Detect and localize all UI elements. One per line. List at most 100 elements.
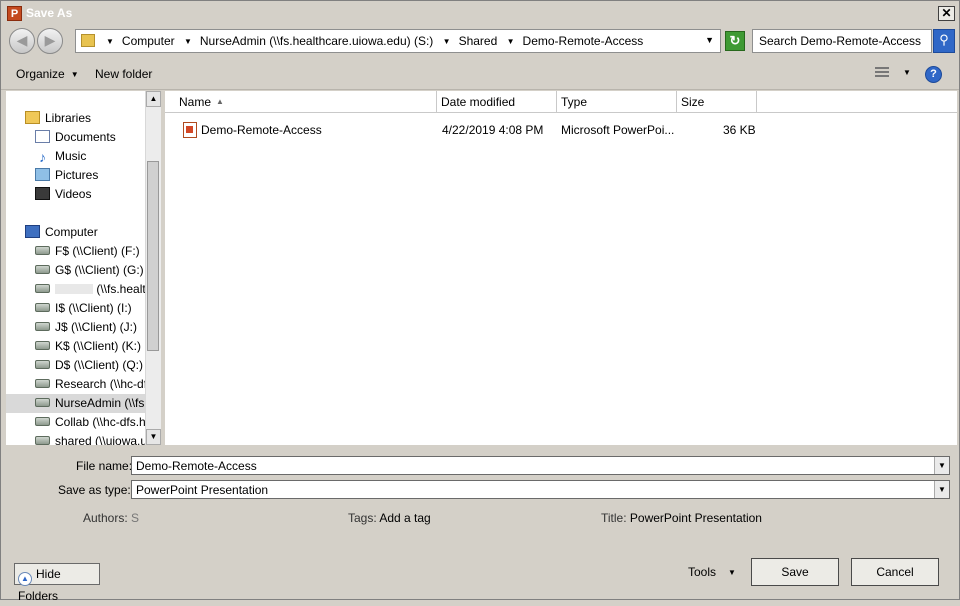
authors-metadata: Authors: S	[83, 511, 220, 525]
navigation-pane: Libraries Documents ♪ Music Pictures Videos Co…	[6, 91, 161, 445]
chevron-down-icon[interactable]: ▼	[903, 68, 911, 77]
title-metadata: Title: PowerPoint Presentation	[601, 511, 762, 525]
sidebar-item-label: Computer	[45, 225, 98, 239]
sidebar-item[interactable]: G$ (\\Client) (G:)	[6, 261, 161, 280]
tags-label: Tags:	[348, 511, 377, 525]
chevron-down-icon[interactable]: ▼	[439, 37, 457, 46]
title-label: Title:	[601, 511, 627, 525]
sort-up-icon: ▲	[216, 97, 224, 106]
documents-icon	[35, 130, 50, 143]
sidebar-item[interactable]: shared (\\uiowa.uio	[6, 432, 161, 445]
column-header-size[interactable]: Size	[677, 91, 757, 113]
scroll-up-arrow-icon[interactable]: ▲	[146, 91, 161, 107]
file-type: Microsoft PowerPoi...	[561, 123, 675, 137]
sidebar-item[interactable]: F$ (\\Client) (F:)	[6, 242, 161, 261]
breadcrumb-item-nurseadmin[interactable]: NurseAdmin (\\fs.healthcare.uiowa.edu) (…	[198, 34, 435, 48]
sidebar-item[interactable]: K$ (\\Client) (K:)	[6, 337, 161, 356]
search-input[interactable]: Search Demo-Remote-Access	[752, 29, 932, 53]
back-button[interactable]: ◀	[9, 28, 35, 54]
save-button[interactable]: Save	[751, 558, 839, 586]
network-drive-icon	[35, 284, 50, 293]
network-drive-icon	[35, 341, 50, 350]
save-as-type-select[interactable]: PowerPoint Presentation ▼	[131, 480, 950, 499]
organize-button[interactable]: Organize ▼	[16, 67, 79, 81]
network-drive-icon	[35, 303, 50, 312]
chevron-down-icon[interactable]: ▼	[503, 37, 521, 46]
address-bar[interactable]: ▼ Computer ▼ NurseAdmin (\\fs.healthcare.u…	[75, 29, 721, 53]
breadcrumb-item-shared[interactable]: Shared	[457, 34, 500, 48]
scroll-thumb[interactable]	[147, 161, 159, 351]
file-date: 4/22/2019 4:08 PM	[442, 123, 544, 137]
sidebar-item-label: Music	[55, 149, 87, 163]
sidebar-item[interactable]: Computer	[6, 223, 161, 242]
save-as-dialog: P Save As ✕ ◀ ▶ ▼ Computer ▼ NurseAdmin (\…	[0, 0, 960, 603]
sidebar-item-label: Pictures	[55, 168, 99, 182]
navigation-bar: ◀ ▶ ▼ Computer ▼ NurseAdmin (\\fs.healthca…	[1, 27, 959, 57]
hide-folders-button[interactable]: ▲ Hide Folders	[14, 563, 100, 603]
help-icon[interactable]: ?	[925, 66, 942, 83]
network-drive-icon	[35, 322, 50, 331]
sidebar-item[interactable]: NurseAdmin (\\fs.h	[6, 394, 161, 413]
search-button[interactable]: ⚲	[933, 29, 955, 53]
authors-value[interactable]: S	[131, 511, 139, 525]
sidebar-item-label: Research (\\hc-dfs	[55, 377, 154, 391]
network-drive-icon	[35, 379, 50, 388]
chevron-down-icon: ▼	[728, 568, 736, 577]
sidebar-item-label: Collab (\\hc-dfs.he	[55, 415, 153, 429]
column-header-name[interactable]: Name ▲	[165, 91, 437, 113]
sidebar-item[interactable]: D$ (\\Client) (Q:)	[6, 356, 161, 375]
sidebar-item-label: (\\fs.healt	[96, 282, 146, 296]
sidebar-item[interactable]: Videos	[6, 185, 161, 204]
new-folder-button[interactable]: New folder	[95, 67, 152, 81]
tools-button[interactable]: Tools ▼	[688, 565, 736, 579]
column-header-date[interactable]: Date modified	[437, 91, 557, 113]
network-drive-icon	[35, 360, 50, 369]
sidebar-item-label: F$ (\\Client) (F:)	[55, 244, 140, 258]
scroll-down-arrow-icon[interactable]: ▼	[146, 429, 161, 445]
breadcrumb-item-demo-remote-access[interactable]: Demo-Remote-Access	[521, 34, 646, 48]
sidebar-item-label: Videos	[55, 187, 92, 201]
music-icon: ♪	[39, 149, 46, 165]
column-header-name-label: Name	[179, 95, 212, 109]
sidebar-item[interactable]: ♪ Music	[6, 147, 161, 166]
sidebar-item[interactable]: Research (\\hc-dfs	[6, 375, 161, 394]
sidebar-item[interactable]: I$ (\\Client) (I:)	[6, 299, 161, 318]
chevron-down-icon[interactable]: ▼	[934, 481, 949, 498]
table-row[interactable]: Demo-Remote-Access 4/22/2019 4:08 PM Mic…	[165, 119, 957, 141]
sidebar-item[interactable]: Collab (\\hc-dfs.he	[6, 413, 161, 432]
sidebar-item-label: D$ (\\Client) (Q:)	[55, 358, 144, 372]
forward-button[interactable]: ▶	[37, 28, 63, 54]
close-button[interactable]: ✕	[938, 6, 955, 21]
breadcrumb-item-computer[interactable]: Computer	[120, 34, 177, 48]
sidebar-item[interactable]: Libraries	[6, 109, 161, 128]
refresh-button[interactable]: ↻	[725, 31, 745, 51]
sidebar-item[interactable]: Pictures	[6, 166, 161, 185]
organize-label: Organize	[16, 67, 65, 81]
cancel-button[interactable]: Cancel	[851, 558, 939, 586]
address-history-dropdown-icon[interactable]: ▼	[705, 35, 714, 45]
chevron-down-icon[interactable]: ▼	[180, 37, 198, 46]
file-name-field[interactable]: Demo-Remote-Access ▼	[131, 456, 950, 475]
title-value[interactable]: PowerPoint Presentation	[630, 511, 762, 525]
sidebar-item[interactable]: (\\fs.healt	[6, 280, 161, 299]
computer-icon	[25, 225, 40, 238]
save-as-type-value: PowerPoint Presentation	[136, 483, 269, 497]
sidebar-item-label: J$ (\\Client) (J:)	[55, 320, 138, 334]
sidebar-item[interactable]: Documents	[6, 128, 161, 147]
tags-value[interactable]: Add a tag	[379, 511, 430, 525]
column-header-type[interactable]: Type	[557, 91, 677, 113]
sidebar-item-label: G$ (\\Client) (G:)	[55, 263, 144, 277]
powerpoint-file-icon	[183, 122, 197, 138]
file-name-label: File name:	[76, 459, 133, 473]
chevron-down-icon[interactable]: ▼	[934, 457, 949, 474]
navigation-scrollbar[interactable]: ▲ ▼	[145, 91, 161, 445]
views-icon[interactable]	[875, 67, 889, 79]
chevron-down-icon[interactable]: ▼	[102, 37, 120, 46]
file-name: Demo-Remote-Access	[201, 123, 322, 137]
sidebar-item[interactable]: J$ (\\Client) (J:)	[6, 318, 161, 337]
breadcrumb: ▼ Computer ▼ NurseAdmin (\\fs.healthcare.u…	[102, 34, 645, 48]
redacted-area	[55, 284, 93, 294]
tags-metadata: Tags: Add a tag	[348, 511, 431, 525]
refresh-icon: ↻	[729, 33, 741, 48]
network-drive-icon	[35, 436, 50, 445]
